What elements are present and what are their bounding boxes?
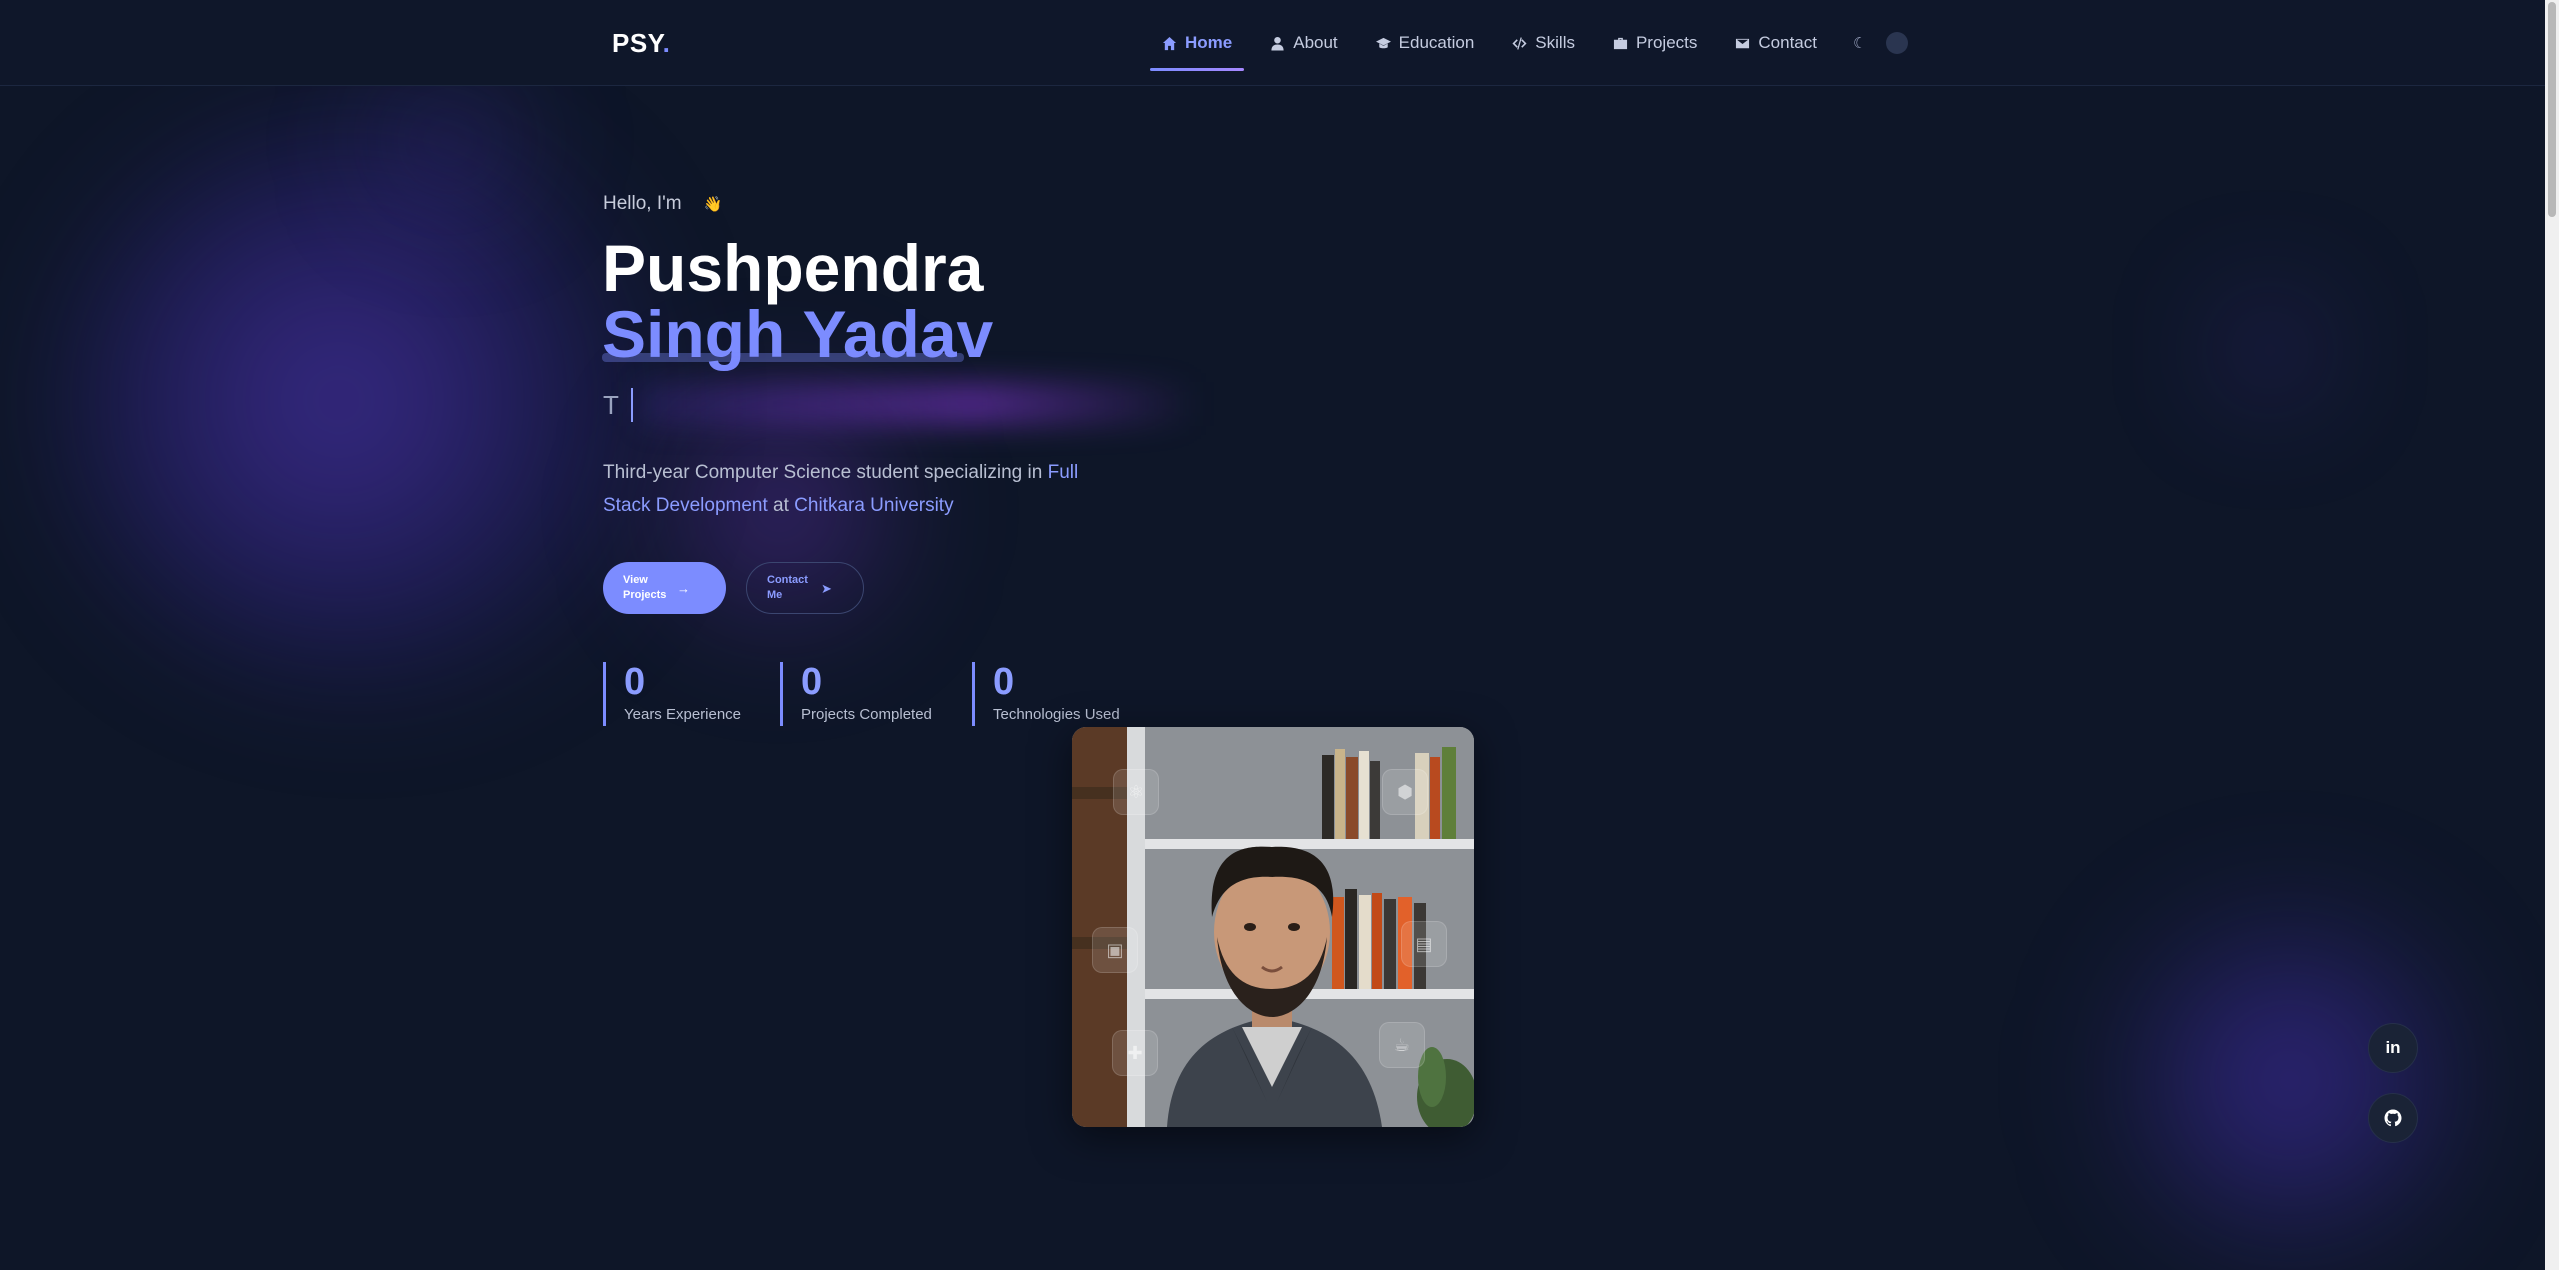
background-glow [60,120,680,680]
navbar: PSY. Home About Education Skills Project… [0,0,2545,86]
python-icon: ✚ [1112,1030,1158,1076]
stat-label: Years Experience [624,706,742,723]
wave-emoji-icon: 👋 [703,196,723,213]
background-glow [2090,880,2490,1270]
profile-photo: ⚛ ⬢ ▣ ▤ ✚ ☕ [1072,727,1474,1127]
stat-label: Technologies Used [993,706,1120,723]
java-icon: ☕ [1379,1022,1425,1068]
greeting: Hello, I'm 👋 [603,193,722,215]
css3-icon: ▣ [1092,927,1138,973]
stat-value: 0 [993,661,1015,703]
nav-item-projects[interactable]: Projects [1601,13,1709,73]
background-glow [2210,290,2330,410]
nav-item-about[interactable]: About [1258,13,1349,73]
button-label: View Projects [623,574,667,601]
github-button[interactable] [2368,1093,2418,1143]
view-projects-button[interactable]: View Projects → [603,562,726,614]
button-label: Contact Me [767,574,808,601]
nav-label: Projects [1635,33,1698,52]
typed-role: T [603,388,633,422]
background-glow [340,70,560,210]
nav-label: About [1293,33,1338,52]
graduation-cap-icon [1375,37,1391,48]
site-logo[interactable]: PSY. [612,28,670,59]
html5-icon: ▤ [1401,921,1447,967]
nav-label: Skills [1535,33,1575,52]
greeting-text: Hello, I'm [603,193,682,214]
nav-item-education[interactable]: Education [1364,13,1487,73]
nav-item-home[interactable]: Home [1150,13,1245,73]
nav-item-contact[interactable]: Contact [1723,13,1829,73]
stat-label: Projects Completed [801,706,932,723]
code-icon [1512,36,1527,50]
stat-technologies-used: 0 Technologies Used [972,662,1142,726]
paper-plane-icon: ➤ [821,580,832,596]
stats-row: 0 Years Experience 0 Projects Completed … [603,662,1142,726]
stat-years-experience: 0 Years Experience [603,662,780,726]
nav-item-skills[interactable]: Skills [1500,13,1587,73]
nodejs-icon: ⬢ [1382,769,1428,815]
stat-projects-completed: 0 Projects Completed [780,662,972,726]
stat-value: 0 [801,661,823,703]
nav-label: Education [1398,33,1475,52]
home-icon [1162,36,1177,50]
scrollbar-thumb[interactable] [2548,2,2556,217]
name-last: Singh Yadav [602,297,994,371]
typed-text: T [603,389,619,420]
hero-description: Third-year Computer Science student spec… [603,462,1079,516]
contact-me-button[interactable]: Contact Me ➤ [746,562,864,614]
briefcase-icon [1613,37,1628,49]
stat-value: 0 [624,661,646,703]
name-first: Pushpendra [602,231,984,305]
typing-cursor [630,388,633,422]
envelope-icon [1736,38,1750,48]
nav-links: Home About Education Skills Projects Con… [1150,0,1909,86]
highlight-university: Chitkara University [794,495,954,516]
react-icon: ⚛ [1113,769,1159,815]
linkedin-icon: in [2385,1038,2401,1057]
nav-label: Contact [1758,33,1817,52]
user-icon [1271,36,1284,51]
nav-label: Home [1185,33,1233,52]
github-icon [2384,1109,2402,1127]
typed-glow [640,382,1200,426]
theme-toggle[interactable] [1886,32,1909,54]
moon-icon: ☾ [1852,35,1867,52]
linkedin-button[interactable]: in [2368,1023,2418,1073]
arrow-right-icon: → [677,580,690,596]
scrollbar[interactable] [2545,0,2559,1270]
